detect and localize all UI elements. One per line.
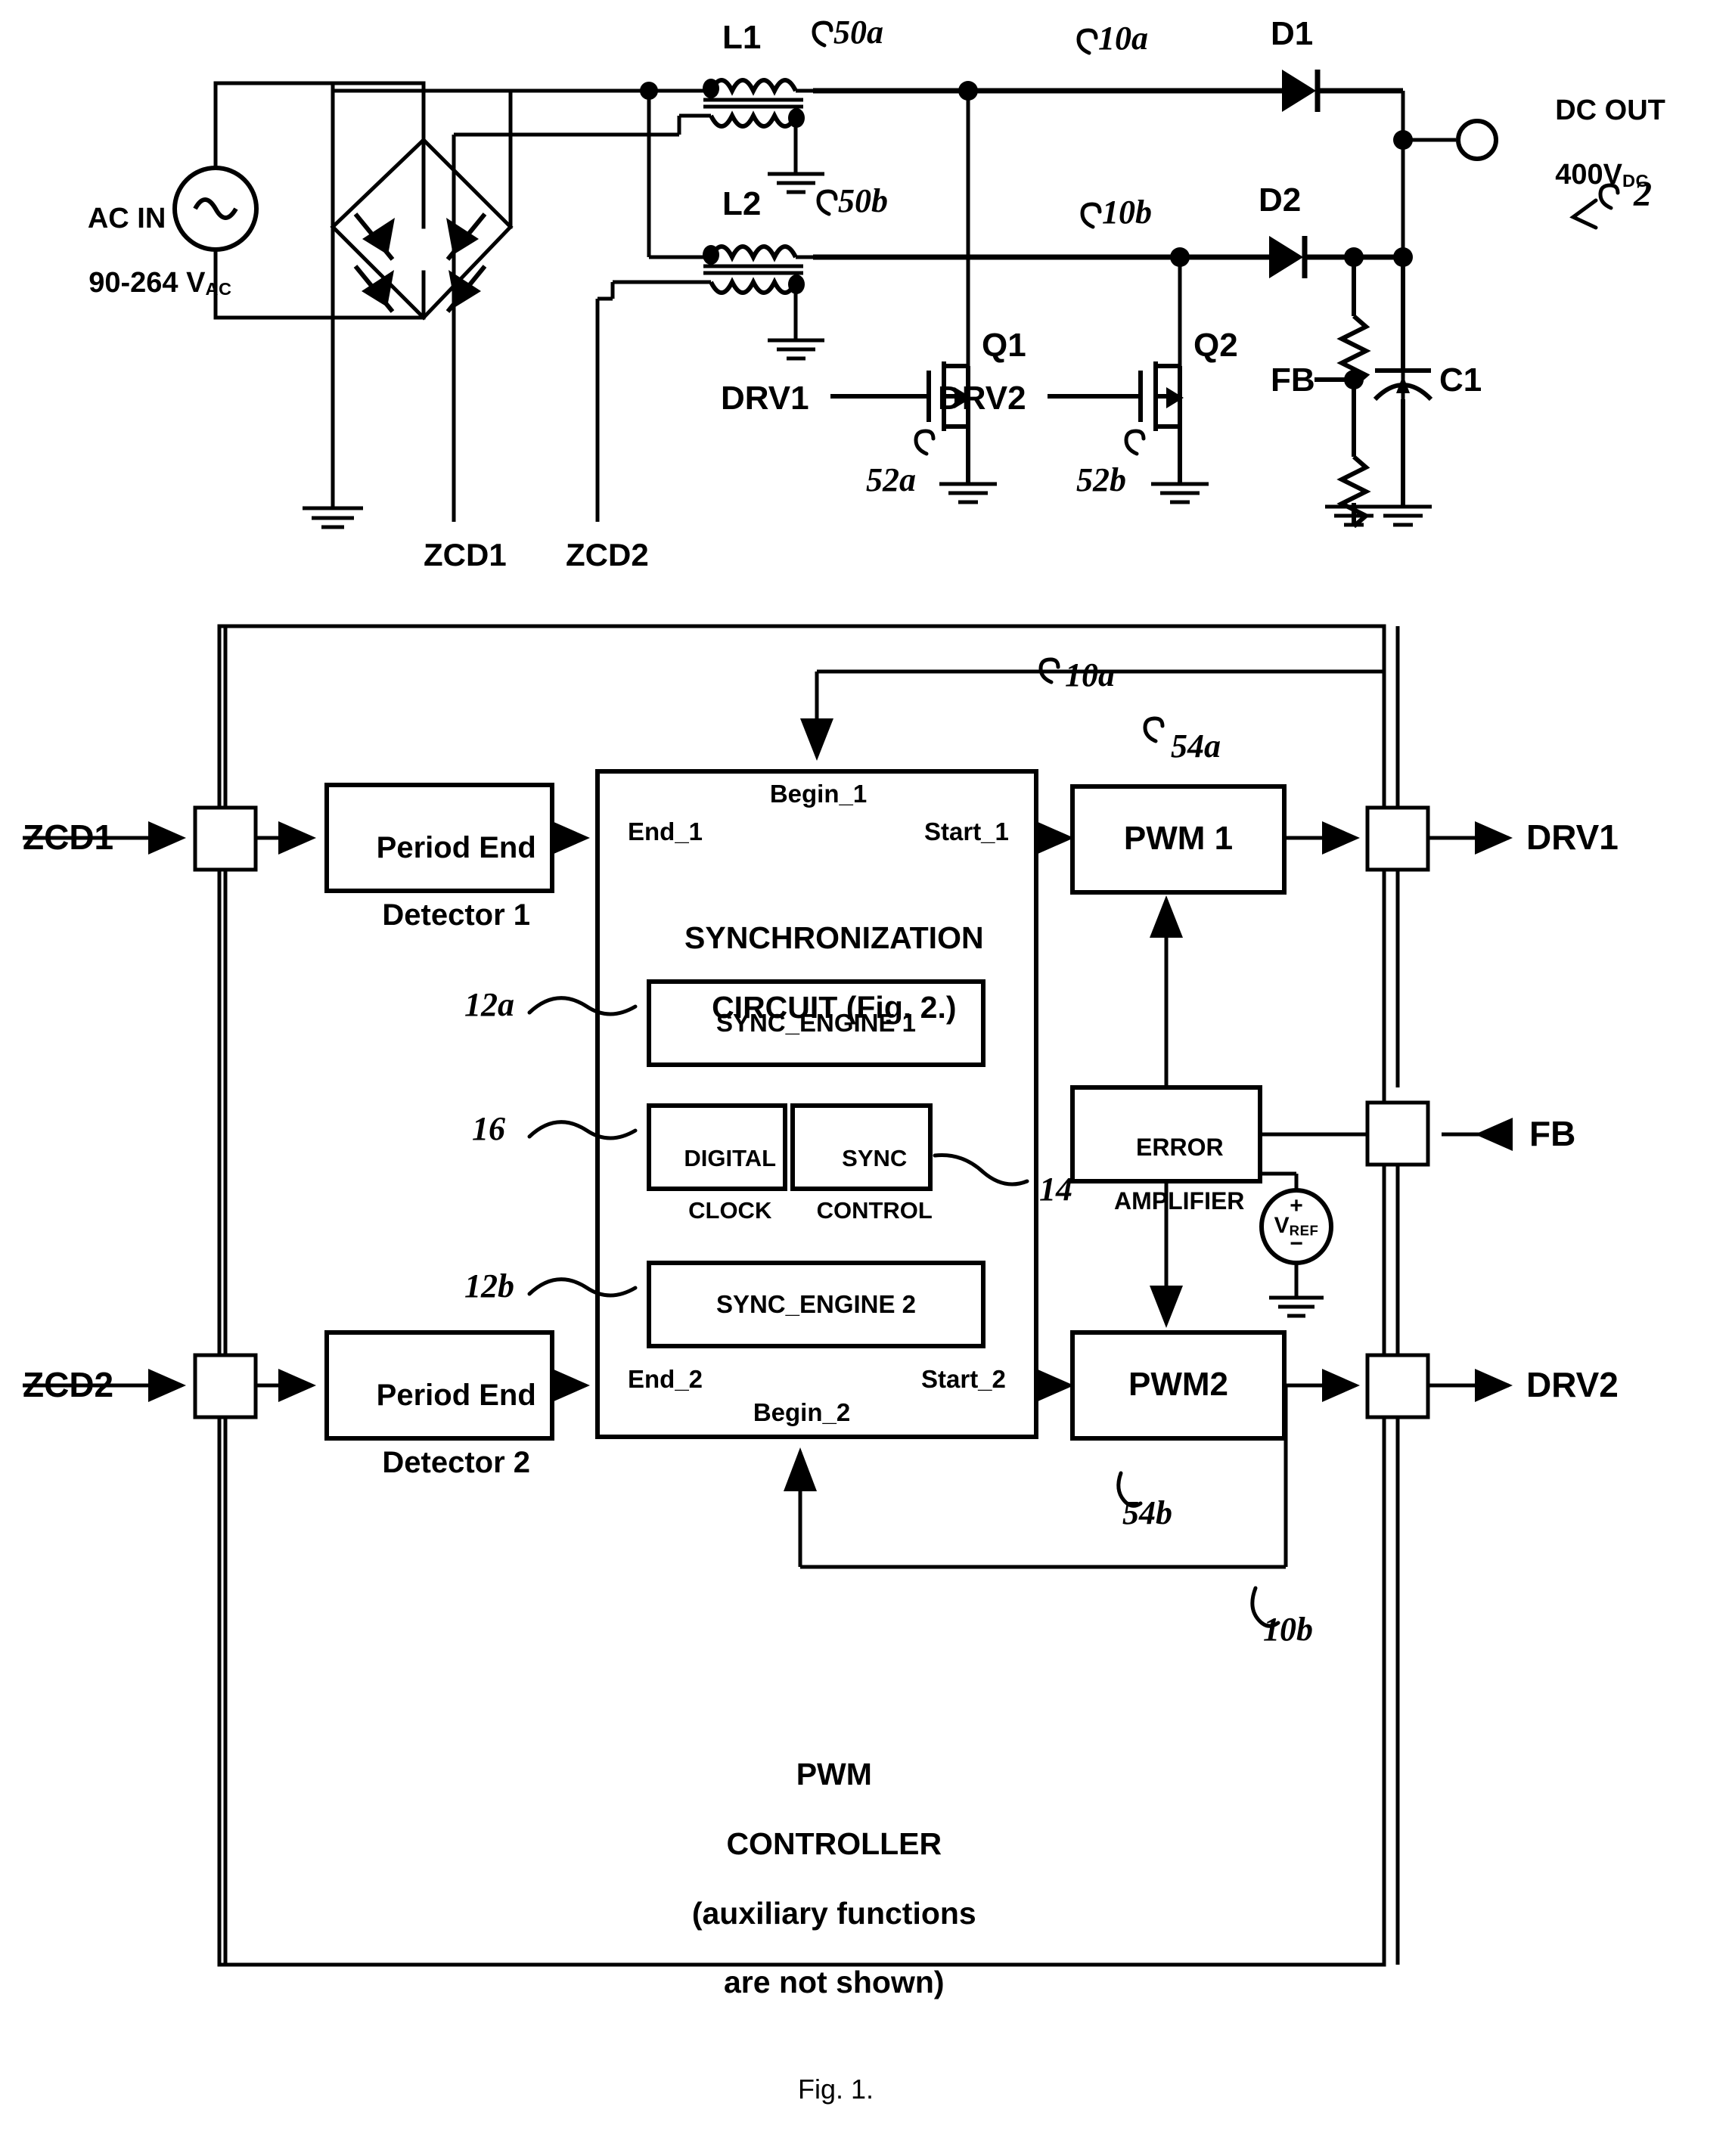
pwm2-label: PWM2 [1128,1366,1228,1403]
digital-clock-label: DIGITAL CLOCK [684,1144,777,1224]
pin-label-zcd2: ZCD2 [23,1365,114,1404]
ref-10b-bd: 10b [1263,1611,1313,1648]
sync-engine-1-label: SYNC_ENGINE 1 [715,1009,917,1037]
port-begin-2: Begin_2 [753,1398,851,1426]
pwm-controller-title: PWM CONTROLLER (auxiliary functions are … [691,1756,976,2000]
arrow-drv2-out [1475,1369,1513,1402]
arrow-fb-in [1475,1118,1513,1151]
port-start-2: Start_2 [921,1365,1006,1393]
port-end-2: End_2 [628,1365,703,1393]
ref-54b: 54b [1122,1494,1172,1531]
pin-label-zcd1: ZCD1 [23,817,114,857]
period-end-detector-2: Period End Detector 2 [376,1378,536,1480]
ref-54a: 54a [1171,727,1221,765]
pin-label-drv1: DRV1 [1526,817,1619,857]
sync-engine-2-label: SYNC_ENGINE 2 [715,1290,917,1318]
port-start-1: Start_1 [924,817,1009,845]
error-amplifier-label: ERROR AMPLIFIER [1113,1133,1245,1215]
port-begin-1: Begin_1 [769,780,868,808]
ref-16: 16 [472,1110,505,1147]
figure-caption: Fig. 1. [798,2074,874,2105]
vref-minus-sign: − [1290,1231,1303,1256]
arrow-drv1-out [1475,821,1513,855]
ref-12a: 12a [464,986,514,1023]
port-end-1: End_1 [628,817,703,845]
arrow-zcd1-in [148,821,186,855]
ref-10a-bd: 10a [1065,656,1115,693]
pin-label-fb: FB [1529,1114,1576,1153]
ref-14: 14 [1039,1171,1072,1208]
sync-control-label: SYNC CONTROL [816,1144,933,1224]
pin-label-drv2: DRV2 [1526,1365,1619,1404]
arrow-zcd2-in [148,1369,186,1402]
period-end-detector-1: Period End Detector 1 [376,830,536,932]
pwm1-label: PWM 1 [1123,820,1234,857]
ref-12b: 12b [464,1267,514,1304]
patent-figure-sheet: AC IN 90-264 VAC L1 L2 50a 50b 10a 10b D… [0,0,1732,2156]
